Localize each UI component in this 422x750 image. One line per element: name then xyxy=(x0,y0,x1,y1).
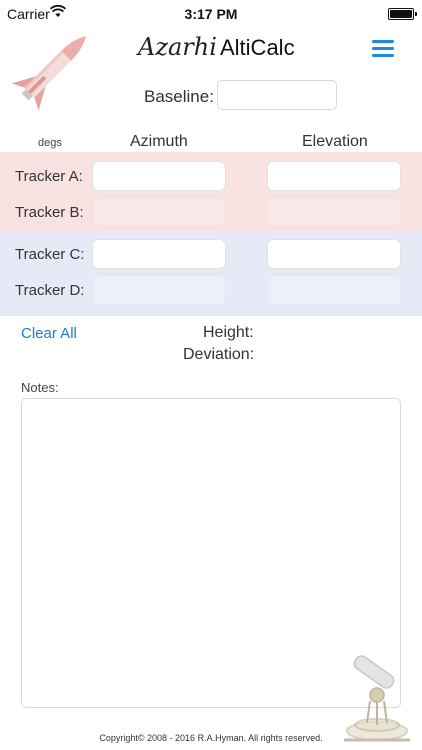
tracker-c-elevation-input[interactable] xyxy=(267,239,401,269)
tracker-c-azimuth-input[interactable] xyxy=(92,239,226,269)
baseline-label: Baseline: xyxy=(144,87,214,106)
units-label: degs xyxy=(38,137,62,149)
rocket-icon xyxy=(11,36,86,111)
copyright-text: Copyright© 2008 - 2016 R.A.Hyman. All ri… xyxy=(99,733,323,743)
tracker-a-azimuth-input[interactable] xyxy=(92,161,226,191)
notes-label: Notes: xyxy=(21,380,59,395)
app-title: AltiCalc xyxy=(220,35,295,60)
tracker-b-label: Tracker B: xyxy=(15,204,84,221)
brand-logo: Azarhi xyxy=(138,33,217,61)
elevation-header: Elevation xyxy=(302,133,368,150)
tracker-b-azimuth-input[interactable] xyxy=(92,197,226,227)
clear-all-button[interactable]: Clear All xyxy=(21,325,77,342)
tracker-b-elevation-input[interactable] xyxy=(267,197,401,227)
tracker-a-label: Tracker A: xyxy=(15,168,83,185)
tracker-a-elevation-input[interactable] xyxy=(267,161,401,191)
height-label: Height: xyxy=(203,324,254,341)
tracker-d-elevation-input[interactable] xyxy=(267,275,401,305)
menu-icon[interactable] xyxy=(372,38,400,58)
baseline-input[interactable] xyxy=(217,80,337,110)
deviation-label: Deviation: xyxy=(183,346,255,363)
tracker-c-label: Tracker C: xyxy=(15,246,85,263)
tracker-d-label: Tracker D: xyxy=(15,282,85,299)
battery-icon xyxy=(388,8,417,20)
azimuth-header: Azimuth xyxy=(130,133,188,150)
tracker-d-azimuth-input[interactable] xyxy=(92,275,226,305)
